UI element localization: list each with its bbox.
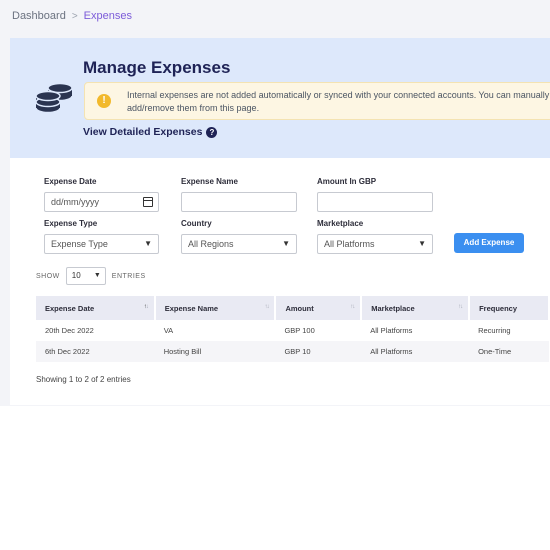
country-label: Country (181, 219, 212, 228)
sort-icon[interactable]: ↑↓ (458, 304, 463, 310)
cell-expense-date: 20th Dec 2022 (36, 320, 155, 341)
chevron-down-icon: ▼ (93, 272, 101, 279)
expense-name-input[interactable] (181, 192, 297, 212)
expenses-table: Expense Date ↑↓ Expense Name ↑↓ Amount ↑… (36, 296, 550, 362)
expense-date-placeholder: dd/mm/yyyy (51, 197, 100, 207)
expense-type-select[interactable]: Expense Type ▼ (44, 234, 159, 254)
expenses-header: Manage Expenses ! Internal expenses are … (10, 38, 550, 158)
column-header-marketplace[interactable]: Marketplace ↑↓ (361, 296, 471, 320)
country-selected: All Regions (188, 239, 234, 249)
breadcrumb-expenses[interactable]: Expenses (84, 10, 132, 22)
expense-type-selected: Expense Type (51, 239, 108, 249)
add-expense-button[interactable]: Add Expense (454, 233, 524, 253)
column-header-frequency[interactable]: Frequency (469, 296, 550, 320)
cell-amount: GBP 100 (275, 320, 362, 341)
entries-per-page-select[interactable]: 10 ▼ (65, 267, 106, 285)
cell-frequency: One-Time (469, 341, 549, 362)
country-select[interactable]: All Regions ▼ (181, 234, 297, 254)
calendar-icon[interactable] (143, 197, 153, 207)
info-notice: ! Internal expenses are not added automa… (84, 82, 550, 120)
warning-icon: ! (97, 94, 111, 108)
entries-per-page-value: 10 (71, 271, 81, 280)
detail-link-label: View Detailed Expenses (83, 126, 203, 138)
amount-input[interactable] (317, 192, 433, 212)
table-row[interactable]: 20th Dec 2022 VA GBP 100 All Platforms R… (36, 320, 549, 341)
sort-icon[interactable]: ↑↓ (144, 304, 149, 310)
breadcrumb-separator: > (71, 10, 78, 22)
expense-name-label: Expense Name (181, 177, 238, 186)
help-icon[interactable]: ? (206, 126, 218, 138)
view-detailed-expenses-link[interactable]: View Detailed Expenses ? (83, 126, 218, 138)
notice-text: Internal expenses are not added automati… (127, 90, 550, 113)
cell-frequency: Recurring (469, 320, 549, 341)
chevron-down-icon: ▼ (144, 239, 152, 248)
show-label: SHOW (36, 272, 60, 280)
table-info: Showing 1 to 2 of 2 entries (36, 375, 131, 384)
expense-date-input[interactable]: dd/mm/yyyy (44, 192, 159, 212)
marketplace-selected: All Platforms (324, 239, 375, 249)
table-header-row: Expense Date ↑↓ Expense Name ↑↓ Amount ↑… (36, 296, 550, 320)
amount-label: Amount In GBP (317, 177, 377, 186)
cell-expense-name: VA (154, 320, 276, 341)
entries-label: ENTRIES (111, 272, 146, 280)
chevron-down-icon: ▼ (282, 239, 290, 248)
cell-marketplace: All Platforms (361, 341, 470, 362)
cell-expense-date: 6th Dec 2022 (36, 341, 155, 362)
table-row[interactable]: 6th Dec 2022 Hosting Bill GBP 10 All Pla… (36, 341, 549, 362)
entries-control: SHOW 10 ▼ ENTRIES (36, 267, 146, 285)
cell-amount: GBP 10 (275, 341, 362, 362)
cell-expense-name: Hosting Bill (154, 341, 276, 362)
column-header-expense-date[interactable]: Expense Date ↑↓ (36, 296, 156, 320)
page-title: Manage Expenses (83, 58, 231, 77)
cell-marketplace: All Platforms (361, 320, 470, 341)
breadcrumb-dashboard[interactable]: Dashboard (12, 10, 66, 22)
expense-type-label: Expense Type (44, 219, 98, 228)
breadcrumb: Dashboard > Expenses (12, 10, 132, 22)
sort-icon[interactable]: ↑↓ (264, 304, 269, 310)
sort-icon[interactable]: ↑↓ (350, 304, 355, 310)
expenses-content: Expense Date Expense Name Amount In GBP … (10, 158, 550, 405)
expense-date-label: Expense Date (44, 177, 97, 186)
column-header-amount[interactable]: Amount ↑↓ (275, 296, 363, 320)
coins-icon (36, 82, 73, 114)
marketplace-label: Marketplace (317, 219, 364, 228)
marketplace-select[interactable]: All Platforms ▼ (317, 234, 433, 254)
column-header-expense-name[interactable]: Expense Name ↑↓ (154, 296, 277, 320)
chevron-down-icon: ▼ (418, 239, 426, 248)
